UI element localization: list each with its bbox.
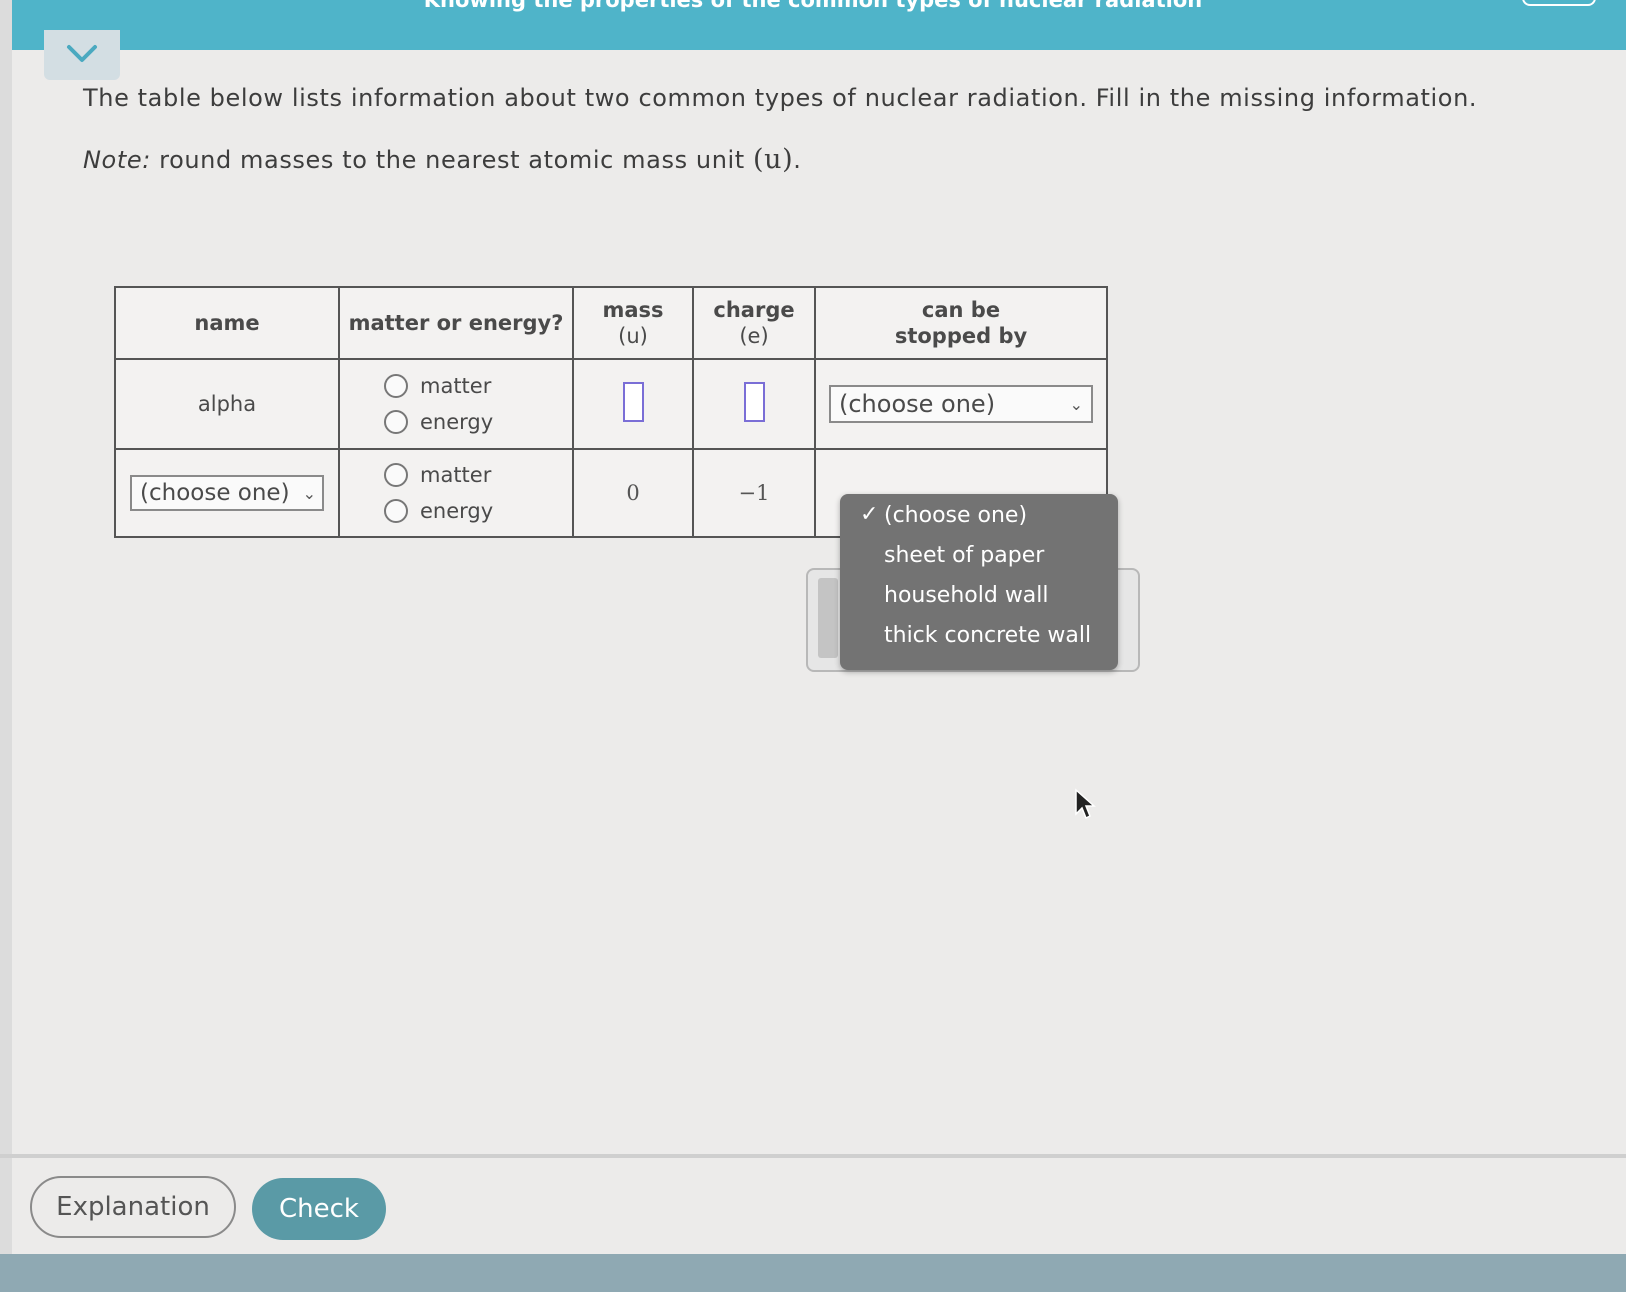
dropdown-option[interactable]: thick concrete wall (884, 618, 1091, 654)
row2-charge-value: −1 (738, 481, 770, 505)
table-row: alpha matter energy (choose one) ⌄ (114, 358, 1108, 450)
left-edge (0, 0, 12, 1292)
note-text: round masses to the nearest atomic mass … (150, 146, 754, 174)
row2-name-cell: (choose one) ⌄ (114, 448, 340, 538)
mouse-cursor-icon (1075, 788, 1096, 820)
chevron-down-icon (67, 45, 97, 62)
row1-energy-label: energy (420, 410, 494, 434)
header-charge-unit: (e) (739, 324, 769, 348)
row1-mass-cell (572, 358, 694, 450)
top-bar: Knowing the properties of the common typ… (0, 0, 1626, 50)
header-charge: charge (e) (692, 286, 816, 360)
row1-charge-cell (692, 358, 816, 450)
row1-mass-input[interactable] (622, 381, 644, 422)
header-matter-energy: matter or energy? (338, 286, 574, 360)
row1-charge-input[interactable] (743, 381, 765, 422)
dropdown-option[interactable]: (choose one) (884, 498, 1027, 534)
row2-energy-label: energy (420, 499, 494, 523)
header-stopped-line1: can be (921, 298, 1001, 322)
row1-stopped-by-value: (choose one) (839, 390, 996, 418)
explanation-button[interactable]: Explanation (30, 1176, 236, 1238)
stopped-by-dropdown-menu: ✓ (choose one) sheet of paper household … (840, 494, 1118, 670)
header-mass: mass (u) (572, 286, 694, 360)
row1-energy-radio[interactable] (384, 410, 408, 434)
row2-energy-option[interactable]: energy (340, 493, 572, 529)
note-label: Note: (83, 146, 151, 174)
row2-matter-energy: matter energy (338, 448, 574, 538)
table-header-row: name matter or energy? mass (u) charge (… (114, 286, 1108, 360)
bottom-bar (0, 1254, 1626, 1292)
header-charge-label: charge (713, 298, 795, 322)
menu-button[interactable] (1522, 0, 1596, 6)
row1-energy-option[interactable]: energy (340, 404, 572, 440)
header-name: name (114, 286, 340, 360)
page-title: Knowing the properties of the common typ… (423, 0, 1203, 12)
row1-stopped-cell: (choose one) ⌄ (814, 358, 1108, 450)
row2-name-select[interactable]: (choose one) ⌄ (130, 475, 324, 511)
collapse-button[interactable] (44, 30, 120, 80)
row2-matter-label: matter (420, 463, 492, 487)
row2-energy-radio[interactable] (384, 499, 408, 523)
problem-note: Note: round masses to the nearest atomic… (83, 144, 802, 175)
header-stopped-by: can be stopped by (814, 286, 1108, 360)
row2-mass-value: 0 (626, 481, 640, 505)
footer-divider (0, 1154, 1626, 1158)
panel-handle (818, 578, 838, 658)
checkmark-icon: ✓ (860, 502, 879, 527)
row1-matter-label: matter (420, 374, 492, 398)
chevron-down-icon: ⌄ (1069, 394, 1083, 414)
header-mass-label: mass (602, 298, 664, 322)
check-button[interactable]: Check (252, 1178, 386, 1240)
row2-mass-cell: 0 (572, 448, 694, 538)
row2-matter-radio[interactable] (384, 463, 408, 487)
problem-text: The table below lists information about … (83, 84, 1478, 112)
row2-name-value: (choose one) (140, 480, 290, 506)
dropdown-option[interactable]: household wall (884, 578, 1049, 614)
row1-matter-energy: matter energy (338, 358, 574, 450)
note-end: . (793, 146, 802, 174)
row2-charge-cell: −1 (692, 448, 816, 538)
row1-matter-option[interactable]: matter (340, 368, 572, 404)
row1-matter-radio[interactable] (384, 374, 408, 398)
header-stopped-line2: stopped by (894, 324, 1028, 348)
row1-name: alpha (114, 358, 340, 450)
row2-matter-option[interactable]: matter (340, 457, 572, 493)
row1-stopped-by-select[interactable]: (choose one) ⌄ (829, 385, 1093, 423)
note-unit: (u) (753, 144, 794, 175)
header-mass-unit: (u) (618, 324, 648, 348)
dropdown-option[interactable]: sheet of paper (884, 538, 1044, 574)
chevron-down-icon: ⌄ (302, 483, 316, 503)
